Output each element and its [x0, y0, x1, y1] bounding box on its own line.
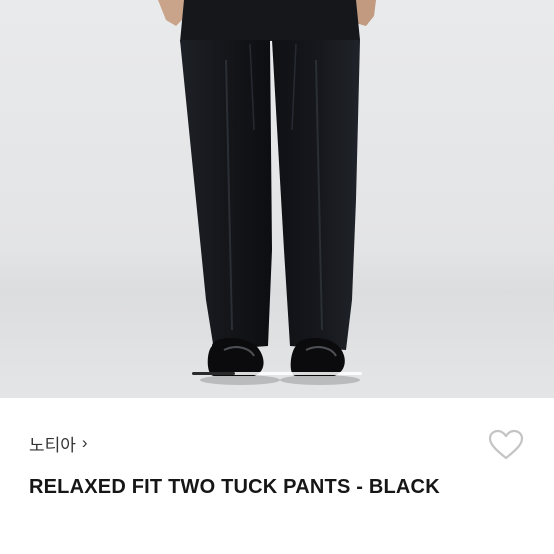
carousel-progress-thumb — [192, 372, 235, 375]
product-title: RELAXED FIT TWO TUCK PANTS - BLACK — [29, 476, 440, 498]
brand-link[interactable]: 노티아 › — [29, 430, 88, 456]
product-image[interactable] — [0, 0, 554, 398]
product-detail-page: 노티아 › RELAXED FIT TWO TUCK PANTS - BLACK — [0, 0, 554, 554]
product-photo — [0, 0, 554, 398]
chevron-right-icon: › — [81, 433, 88, 452]
like-button[interactable] — [484, 423, 528, 467]
brand-name: 노티아 — [29, 435, 76, 455]
heart-outline-icon — [488, 429, 524, 460]
image-carousel-indicator — [192, 372, 362, 375]
